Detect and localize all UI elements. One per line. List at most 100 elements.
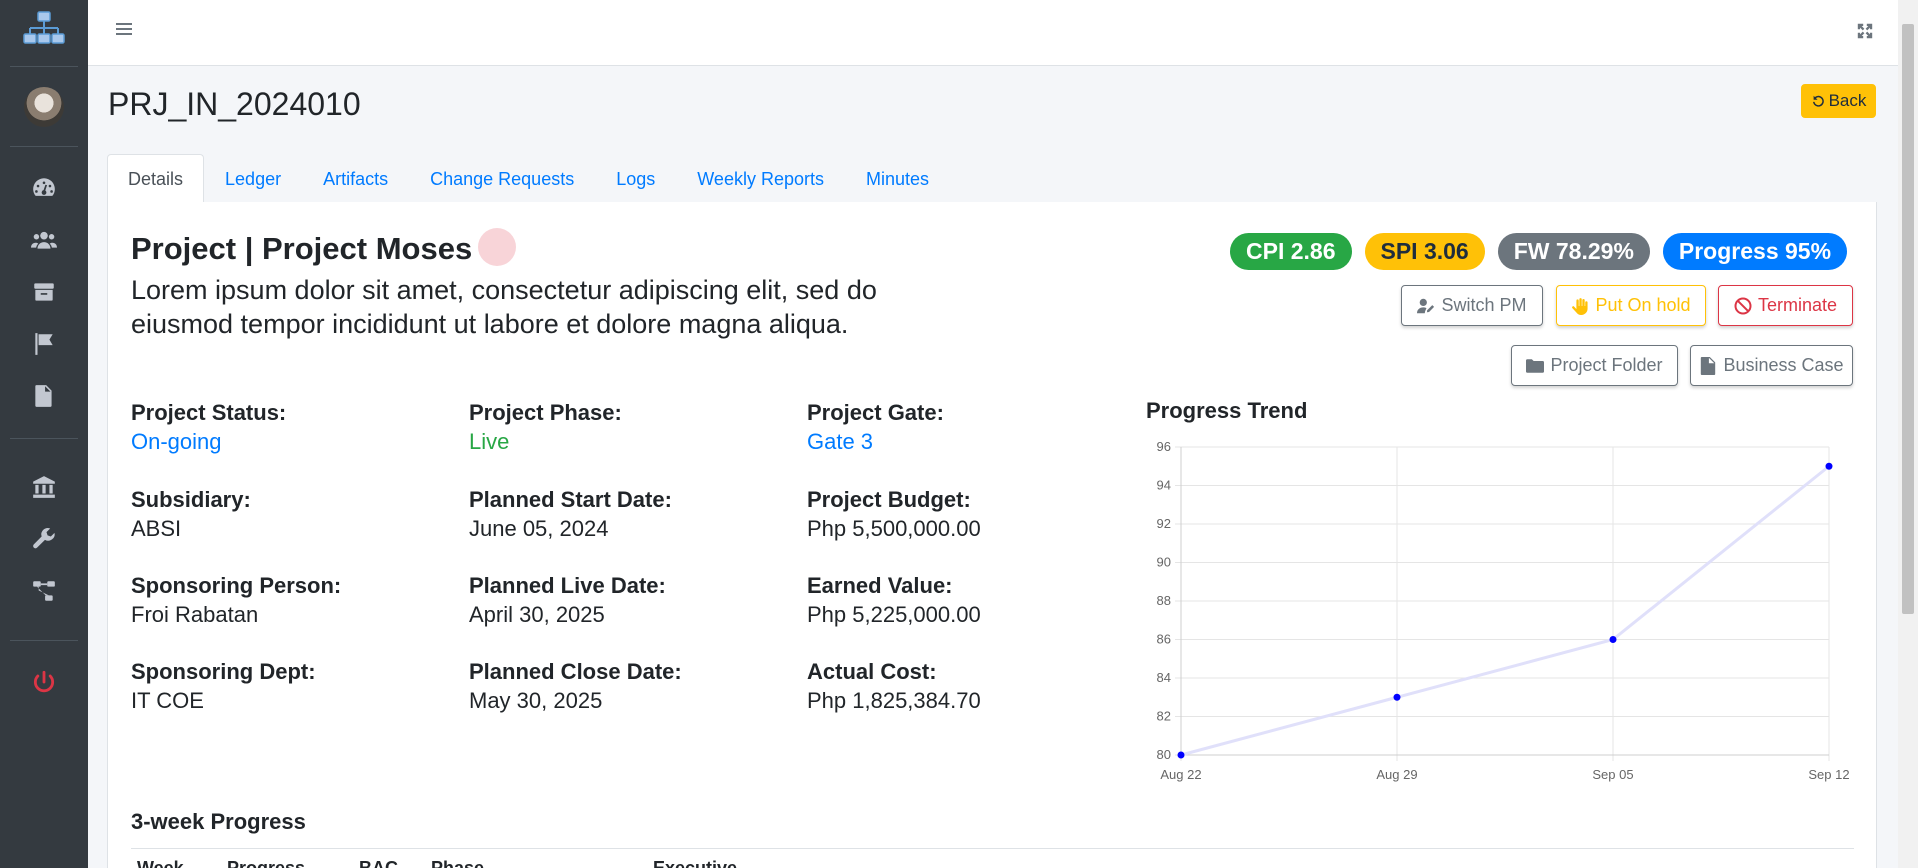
field-subsidiary: Subsidiary: ABSI	[131, 486, 251, 544]
business-case-button[interactable]: Business Case	[1690, 345, 1853, 386]
budget-value: Php 5,500,000.00	[807, 516, 981, 541]
y-tick-label: 86	[1157, 632, 1171, 647]
planned-close-value: May 30, 2025	[469, 688, 603, 713]
data-point	[1609, 636, 1617, 643]
field-label: Project Budget:	[807, 487, 971, 512]
tab-bar: Details Ledger Artifacts Change Requests…	[107, 154, 950, 203]
actual-cost-value: Php 1,825,384.70	[807, 688, 981, 713]
tab-minutes[interactable]: Minutes	[845, 154, 950, 203]
planned-start-value: June 05, 2024	[469, 516, 609, 541]
progress-badge: Progress 95%	[1662, 233, 1848, 270]
field-planned-start-date: Planned Start Date: June 05, 2024	[469, 486, 672, 544]
terminate-button[interactable]: Terminate	[1718, 285, 1853, 326]
y-tick-label: 94	[1157, 478, 1171, 493]
field-label: Planned Live Date:	[469, 573, 666, 598]
column-header: BAC	[359, 858, 398, 868]
field-sponsoring-person: Sponsoring Person: Froi Rabatan	[131, 572, 341, 630]
sponsoring-dept-value: IT COE	[131, 688, 204, 713]
x-tick-label: Aug 22	[1160, 767, 1201, 782]
switch-pm-button[interactable]: Switch PM	[1401, 285, 1543, 326]
folder-icon	[1526, 358, 1545, 373]
field-label: Subsidiary:	[131, 487, 251, 512]
switch-pm-label: Switch PM	[1441, 295, 1527, 315]
tab-ledger[interactable]: Ledger	[204, 154, 302, 203]
back-button[interactable]: Back	[1801, 84, 1876, 118]
sponsoring-person-value: Froi Rabatan	[131, 602, 259, 627]
ban-icon	[1734, 297, 1752, 314]
put-on-hold-label: Put On hold	[1595, 295, 1691, 315]
sidebar	[0, 0, 88, 868]
spi-badge: SPI 3.06	[1364, 233, 1485, 270]
y-tick-label: 92	[1157, 516, 1171, 531]
column-header: Progress	[227, 858, 306, 868]
y-tick-label: 88	[1157, 593, 1171, 608]
phase-value: Live	[469, 429, 510, 454]
chart-title: Progress Trend	[1146, 398, 1308, 423]
planned-live-value: April 30, 2025	[469, 602, 605, 627]
sidebar-divider	[10, 438, 78, 439]
field-label: Project Status:	[131, 400, 287, 425]
terminate-label: Terminate	[1757, 295, 1838, 315]
sitemap-icon[interactable]	[22, 10, 66, 52]
tachometer-icon[interactable]	[29, 173, 59, 203]
y-tick-label: 84	[1157, 670, 1171, 685]
tab-artifacts[interactable]: Artifacts	[302, 154, 409, 203]
back-label: Back	[1828, 91, 1867, 110]
field-project-budget: Project Budget: Php 5,500,000.00	[807, 486, 981, 544]
cpi-badge: CPI 2.86	[1230, 233, 1352, 270]
y-tick-label: 80	[1157, 747, 1171, 762]
field-label: Sponsoring Person:	[131, 573, 342, 598]
tab-details[interactable]: Details	[107, 154, 205, 203]
bank-icon[interactable]	[29, 472, 59, 502]
business-case-label: Business Case	[1723, 355, 1844, 375]
power-icon[interactable]	[29, 667, 59, 697]
sidebar-divider	[10, 146, 78, 147]
fw-badge: FW 78.29%	[1497, 233, 1650, 270]
tab-logs[interactable]: Logs	[595, 154, 676, 203]
put-on-hold-button[interactable]: Put On hold	[1556, 285, 1706, 326]
project-folder-button[interactable]: Project Folder	[1511, 345, 1678, 386]
sidebar-divider	[10, 640, 78, 641]
field-label: Actual Cost:	[807, 659, 937, 684]
field-label: Planned Close Date:	[469, 659, 682, 684]
progress-trend-chart: 80 82 84 86 88 90 92 94 96 Aug 22 Aug 29 Sep 05 Sep …	[1157, 439, 1850, 782]
project-title: Project | Project Moses	[131, 231, 473, 266]
project-folder-label: Project Folder	[1550, 355, 1663, 375]
subsidiary-value: ABSI	[131, 516, 182, 541]
hamburger-menu-icon[interactable]	[116, 20, 138, 42]
field-label: Planned Start Date:	[469, 487, 672, 512]
users-icon[interactable]	[29, 225, 59, 255]
field-label: Project Gate:	[807, 400, 944, 425]
earned-value-value: Php 5,225,000.00	[807, 602, 981, 627]
tab-weekly-reports[interactable]: Weekly Reports	[676, 154, 845, 203]
column-header: Executive	[653, 858, 738, 868]
x-tick-label: Aug 29	[1376, 767, 1417, 782]
field-label: Project Phase:	[469, 400, 622, 425]
x-tick-label: Sep 12	[1808, 767, 1849, 782]
field-planned-close-date: Planned Close Date: May 30, 2025	[469, 658, 682, 716]
y-tick-label: 96	[1157, 439, 1171, 454]
flag-icon[interactable]	[29, 329, 59, 359]
network-icon[interactable]	[29, 576, 59, 606]
box-icon[interactable]	[29, 277, 59, 307]
field-planned-live-date: Planned Live Date: April 30, 2025	[469, 572, 666, 630]
fullscreen-icon[interactable]	[1856, 22, 1876, 42]
scrollbar[interactable]	[1898, 0, 1918, 868]
status-value: On-going	[131, 429, 222, 454]
tab-change-requests[interactable]: Change Requests	[409, 154, 595, 203]
three-week-progress-title: 3-week Progress	[131, 809, 306, 834]
y-tick-label: 90	[1157, 555, 1171, 570]
gate-value: Gate 3	[807, 429, 874, 454]
data-point	[1177, 751, 1185, 759]
wrench-icon[interactable]	[29, 524, 59, 554]
scrollbar-thumb[interactable]	[1902, 24, 1914, 614]
file-icon	[1701, 356, 1716, 375]
avatar[interactable]	[24, 87, 64, 127]
data-point	[1393, 693, 1401, 701]
file-icon[interactable]	[29, 381, 59, 411]
x-tick-label: Sep 05	[1592, 767, 1633, 782]
metric-badges: CPI 2.86 SPI 3.06 FW 78.29% Progress 95%	[1230, 233, 1848, 270]
field-actual-cost: Actual Cost: Php 1,825,384.70	[807, 658, 981, 716]
column-header: Phase	[431, 858, 485, 868]
field-sponsoring-dept: Sponsoring Dept: IT COE	[131, 658, 316, 716]
